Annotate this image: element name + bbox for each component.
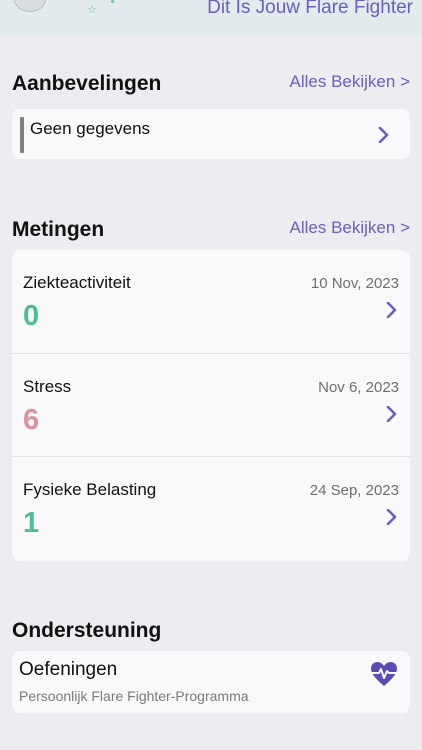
metrics-title: Metingen: [12, 218, 105, 241]
recommendations-title: Aanbevelingen: [12, 72, 162, 95]
chevron-right-icon: [386, 406, 398, 422]
metric-name: Stress: [23, 377, 72, 396]
decoration-dot: [111, 0, 114, 3]
chevron-right-icon: [378, 127, 390, 143]
recommendation-text: Geen gegevens: [30, 119, 151, 138]
metric-row-physical-load[interactable]: Fysieke Belasting 24 Sep, 2023 1: [12, 456, 410, 560]
exercises-card[interactable]: Oefeningen Persoonlijk Flare Fighter-Pro…: [12, 651, 410, 713]
metric-value: 1: [23, 507, 40, 539]
chevron-right-icon: [386, 509, 398, 525]
metric-row-disease-activity[interactable]: Ziekteactiviteit 10 Nov, 2023 0: [12, 250, 410, 353]
metrics-see-all-link[interactable]: Alles Bekijken >: [290, 218, 410, 238]
exercises-title: Oefeningen: [19, 659, 118, 680]
metric-row-stress[interactable]: Stress Nov 6, 2023 6: [12, 353, 410, 457]
metric-date: 10 Nov, 2023: [310, 275, 399, 292]
recommendation-card[interactable]: Geen gegevens: [12, 109, 410, 159]
star-icon: ☆: [87, 4, 97, 16]
metric-date: Nov 6, 2023: [318, 379, 399, 396]
metric-name: Fysieke Belasting: [23, 480, 157, 499]
metric-value: 0: [23, 300, 40, 332]
metrics-card: Ziekteactiviteit 10 Nov, 2023 0 Stress N…: [12, 250, 410, 561]
heart-pulse-icon: [370, 661, 398, 687]
avatar[interactable]: [14, 0, 46, 12]
exercises-subtitle: Persoonlijk Flare Fighter-Programma: [19, 688, 249, 704]
header: ☆ Dit Is Jouw Flare Fighter: [0, 0, 422, 36]
metric-date: 24 Sep, 2023: [309, 482, 399, 499]
metric-name: Ziekteactiviteit: [23, 273, 131, 292]
header-title: Dit Is Jouw Flare Fighter: [207, 0, 413, 18]
recommendation-indicator-bar: [20, 117, 24, 153]
chevron-right-icon: [386, 302, 398, 318]
metric-value: 6: [23, 404, 40, 436]
support-title: Ondersteuning: [12, 619, 162, 642]
recommendations-see-all-link[interactable]: Alles Bekijken >: [290, 72, 410, 92]
